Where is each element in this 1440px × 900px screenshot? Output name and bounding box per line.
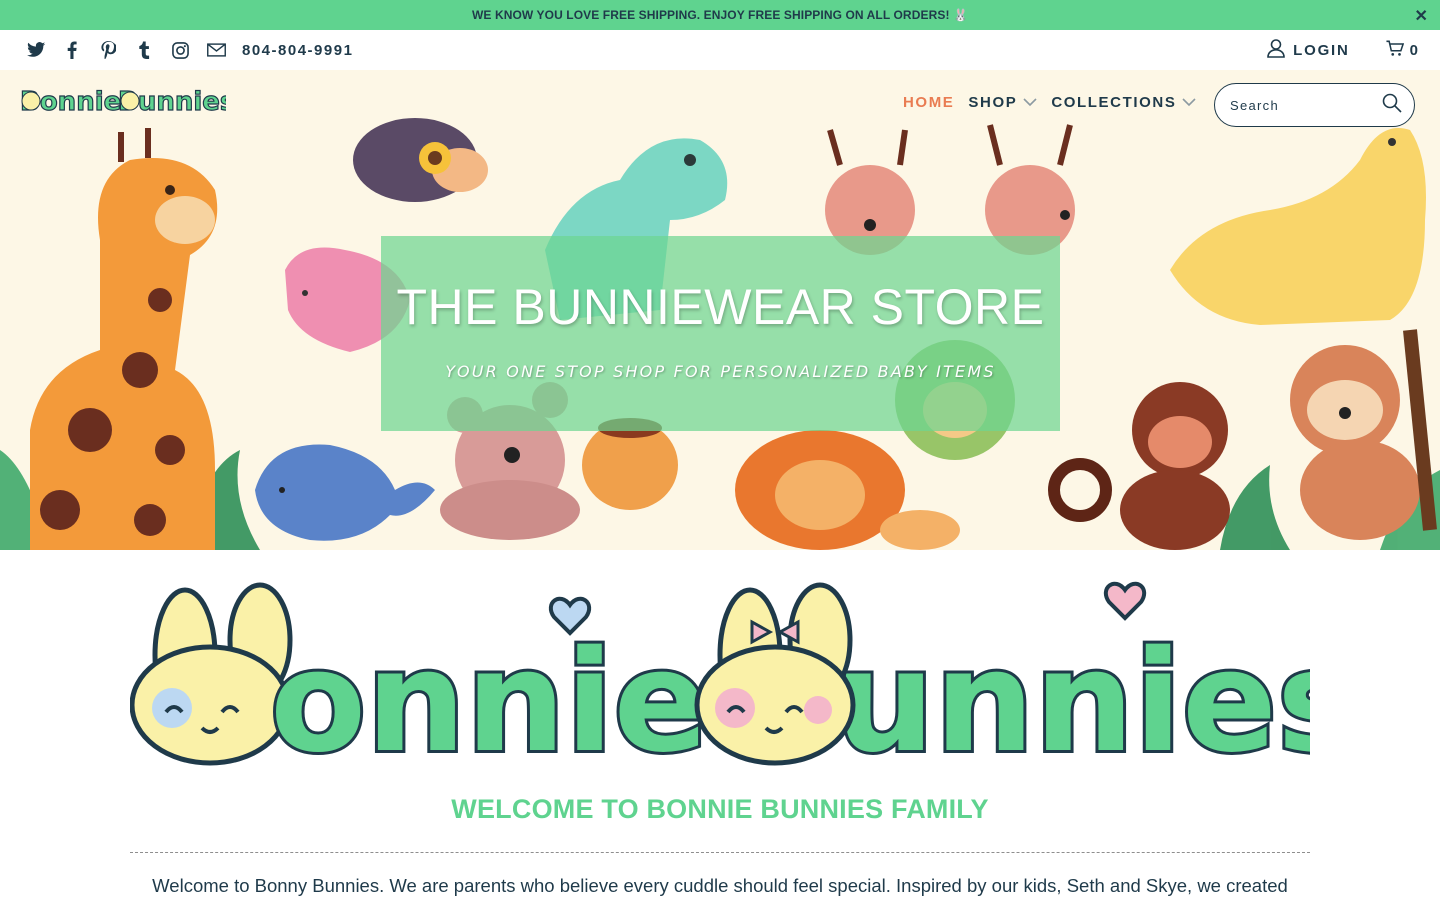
nav-item-collections[interactable]: COLLECTIONS: [1051, 94, 1197, 111]
cart-link[interactable]: 0: [1386, 40, 1418, 61]
twitter-icon[interactable]: [26, 40, 46, 60]
main-nav: HOME SHOP COLLECTIONS: [903, 94, 1197, 111]
nav-item-label: COLLECTIONS: [1051, 94, 1177, 111]
bunny-face-icon: [129, 582, 293, 766]
search-input[interactable]: [1230, 97, 1380, 113]
hedgehog-illustration: [353, 118, 488, 202]
login-label: LOGIN: [1293, 41, 1350, 59]
announcement-bar: WE KNOW YOU LOVE FREE SHIPPING. ENJOY FR…: [0, 0, 1440, 30]
phone-number[interactable]: 804-804-9991: [242, 42, 353, 59]
close-icon[interactable]: ✕: [1414, 6, 1428, 26]
hero-subtitle: YOUR ONE STOP SHOP FOR PERSONALIZED BABY…: [445, 362, 996, 381]
honey-pot-illustration: [582, 418, 678, 510]
cart-count: 0: [1409, 41, 1418, 59]
section-divider: [130, 852, 1310, 853]
monkey-illustration: [1048, 382, 1230, 550]
chevron-down-icon: [1182, 98, 1197, 107]
social-links: [26, 40, 226, 60]
welcome-heading: WELCOME TO BONNIE BUNNIES FAMILY: [451, 794, 989, 824]
search-box: [1214, 83, 1415, 127]
chevron-down-icon: [1023, 98, 1037, 107]
nav-item-label: SHOP: [968, 94, 1018, 111]
search-icon[interactable]: [1382, 93, 1402, 118]
nav-item-shop[interactable]: SHOP: [968, 94, 1037, 111]
hero-caption: THE BUNNIEWEAR STORE YOUR ONE STOP SHOP …: [381, 236, 1060, 431]
sloth-illustration: [1290, 329, 1437, 540]
brand-logo-graphic: onnie unnies: [129, 581, 1363, 787]
cart-icon: [1386, 40, 1404, 61]
user-icon: [1267, 38, 1285, 62]
login-link[interactable]: LOGIN: [1267, 38, 1350, 62]
instagram-icon[interactable]: [170, 40, 190, 60]
svg-text:onnie: onnie: [270, 621, 708, 770]
hero-title: THE BUNNIEWEAR STORE: [396, 279, 1045, 335]
utility-bar: 804-804-9991 LOGIN 0: [0, 30, 1440, 70]
giraffe-illustration: [30, 128, 218, 550]
brand-logo: onnie unnies: [129, 580, 1363, 787]
site-logo[interactable]: Bonnie Bunnies: [19, 83, 236, 122]
email-icon[interactable]: [206, 40, 226, 60]
yellow-dinosaur-illustration: [1170, 128, 1426, 325]
logo-mark: Bonnie Bunnies: [19, 86, 236, 117]
hero-banner: Bonnie Bunnies HOME SHOP COLLECTIONS THE…: [0, 70, 1440, 550]
facebook-icon[interactable]: [62, 40, 82, 60]
pinterest-icon[interactable]: [98, 40, 118, 60]
welcome-paragraph: Welcome to Bonny Bunnies. We are parents…: [152, 875, 1288, 896]
svg-text:unnies: unnies: [835, 621, 1310, 770]
nav-item-home[interactable]: HOME: [903, 94, 954, 111]
tumblr-icon[interactable]: [134, 40, 154, 60]
blue-whale-illustration: [255, 444, 435, 541]
bunny-face-pink-icon: [694, 582, 856, 766]
nav-item-label: HOME: [903, 94, 955, 111]
announcement-text: WE KNOW YOU LOVE FREE SHIPPING. ENJOY FR…: [471, 8, 969, 22]
